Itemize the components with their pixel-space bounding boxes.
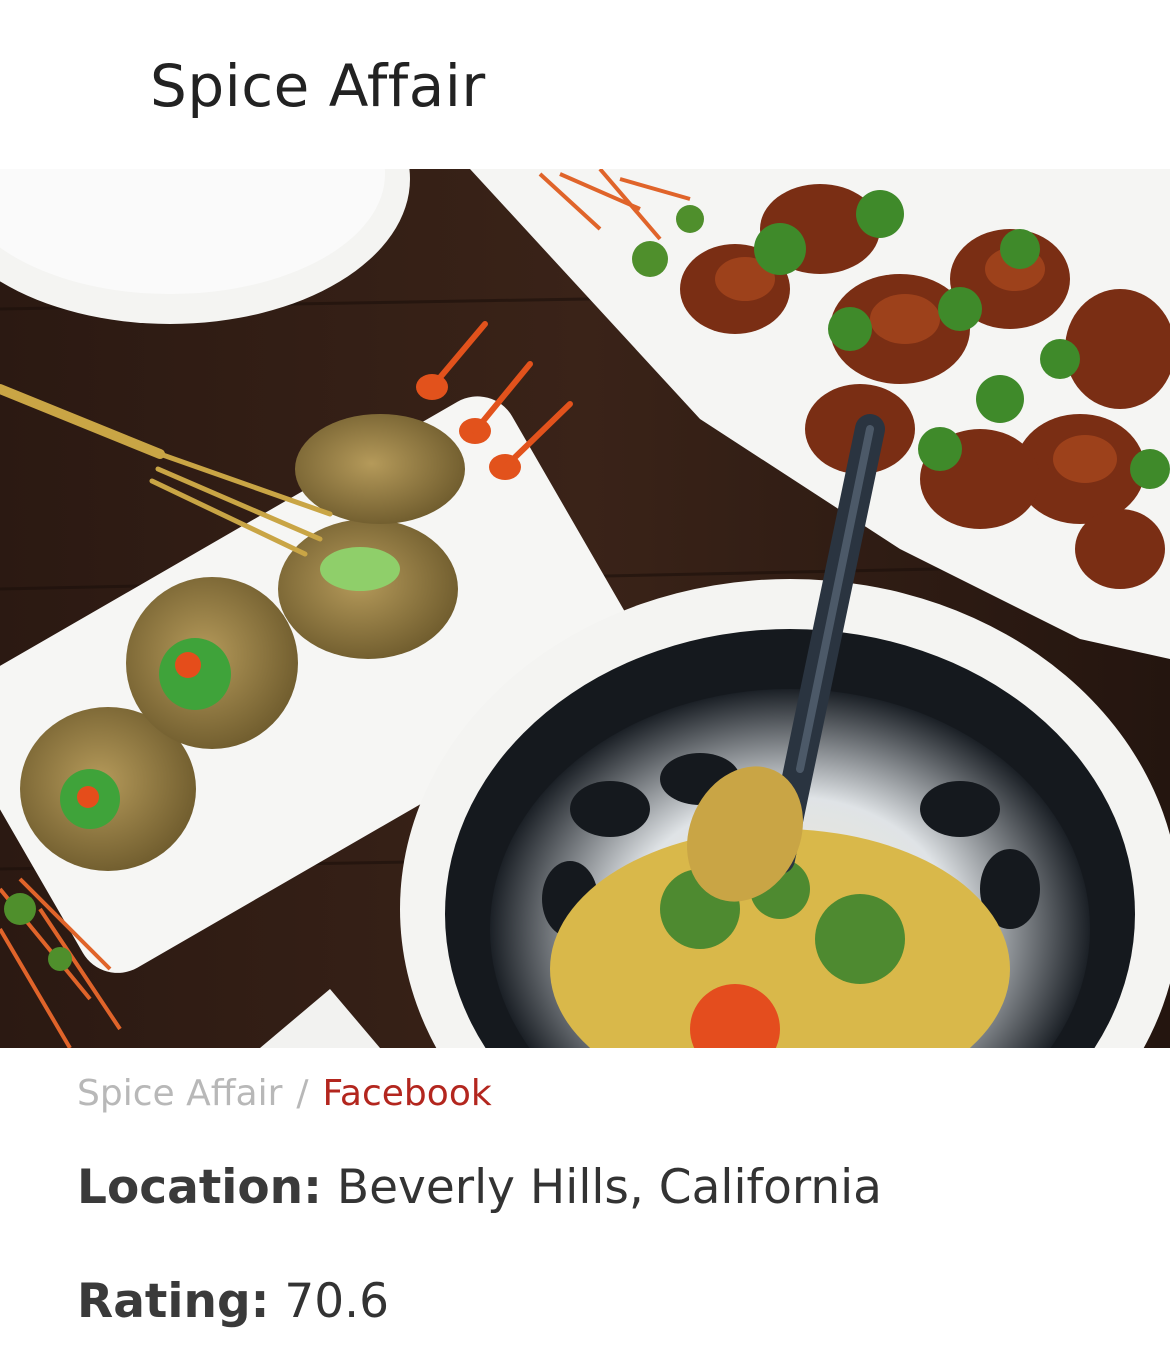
facebook-link[interactable]: Facebook xyxy=(323,1073,492,1114)
rating-row: Rating: 70.6 xyxy=(77,1274,389,1330)
location-row: Location: Beverly Hills, California xyxy=(77,1160,882,1216)
location-value: Beverly Hills, California xyxy=(336,1160,882,1215)
page-title: Spice Affair xyxy=(150,52,486,120)
article-card: Spice Affair Spice Affair / Facebook Loc… xyxy=(0,0,1170,1365)
image-credit: Spice Affair / Facebook xyxy=(77,1072,492,1115)
rating-label: Rating: xyxy=(77,1274,270,1329)
rating-value: 70.6 xyxy=(284,1274,389,1329)
food-photo xyxy=(0,169,1170,1048)
image-credit-source: Spice Affair xyxy=(77,1073,283,1114)
image-credit-separator: / xyxy=(296,1073,309,1114)
food-illustration xyxy=(0,169,1170,1048)
location-label: Location: xyxy=(77,1160,322,1215)
